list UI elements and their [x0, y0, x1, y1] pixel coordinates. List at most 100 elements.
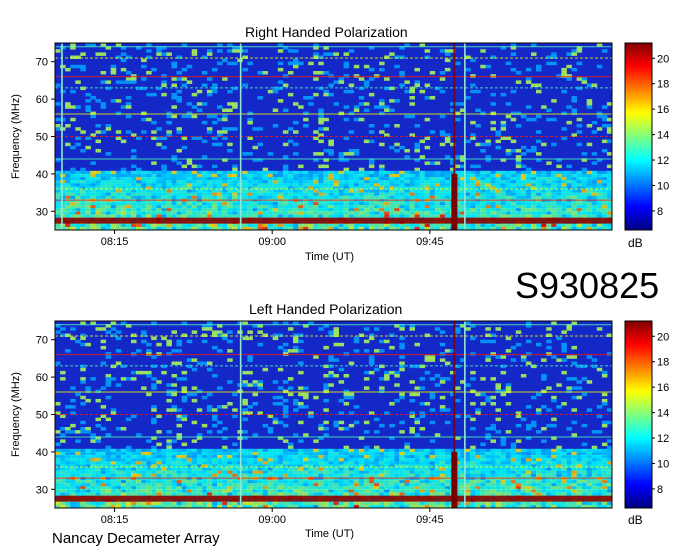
noise-cell	[520, 214, 527, 218]
noise-cell	[566, 77, 572, 81]
noise-cell	[176, 448, 182, 453]
noise-cell	[146, 483, 152, 487]
noise-cell	[546, 55, 552, 59]
noise-cell	[60, 439, 66, 443]
noise-cell	[303, 180, 309, 184]
noise-cell	[60, 483, 66, 487]
noise-cell	[323, 177, 329, 181]
noise-cell	[384, 448, 390, 453]
noise-cell	[531, 192, 537, 197]
noise-cell	[546, 339, 552, 344]
noise-cell	[541, 142, 547, 147]
noise-cell	[212, 414, 218, 418]
noise-cell	[394, 473, 400, 478]
noise-cell	[171, 374, 177, 378]
noise-cell	[409, 464, 415, 468]
noise-cell	[80, 214, 86, 218]
noise-cell	[520, 355, 527, 359]
noise-cell	[181, 448, 188, 453]
noise-cell	[429, 201, 436, 206]
noise-cell	[475, 164, 481, 169]
noise-cell	[338, 461, 345, 465]
noise-cell	[298, 333, 304, 337]
noise-cell	[404, 180, 410, 184]
y-tick-label: 40	[36, 169, 48, 181]
noise-cell	[404, 479, 410, 484]
noise-cell	[591, 152, 598, 156]
noise-cell	[404, 155, 410, 159]
noise-cell	[171, 392, 177, 397]
noise-cell	[571, 467, 577, 471]
noise-cell	[363, 445, 370, 450]
noise-cell	[222, 114, 228, 119]
noise-cell	[115, 455, 122, 459]
noise-cell	[313, 467, 319, 471]
noise-cell	[110, 214, 117, 218]
noise-cell	[505, 102, 512, 106]
noise-cell	[105, 473, 112, 478]
noise-cell	[120, 479, 127, 484]
noise-cell	[591, 445, 598, 450]
noise-cell	[353, 464, 360, 468]
noise-cell	[166, 173, 172, 178]
noise-cell	[363, 386, 370, 390]
noise-cell	[287, 205, 294, 209]
noise-cell	[444, 377, 451, 381]
noise-cell	[75, 183, 81, 187]
noise-cell	[571, 458, 577, 462]
noise-cell	[282, 483, 289, 487]
noise-cell	[323, 180, 329, 184]
noise-cell	[257, 448, 263, 453]
noise-cell	[191, 177, 198, 181]
noise-cell	[348, 479, 355, 484]
noise-cell	[105, 352, 112, 356]
noise-cell	[363, 464, 370, 468]
noise-cell	[80, 52, 86, 56]
noise-cell	[409, 205, 415, 209]
noise-cell	[232, 105, 238, 109]
noise-cell	[247, 358, 253, 362]
noise-cell	[181, 77, 188, 81]
noise-cell	[60, 451, 66, 456]
noise-cell	[146, 370, 152, 375]
noise-cell	[515, 177, 522, 181]
noise-cell	[262, 211, 269, 215]
noise-cell	[85, 473, 91, 478]
noise-cell	[171, 455, 177, 459]
noise-cell	[176, 71, 182, 75]
noise-cell	[131, 205, 137, 209]
noise-cell	[146, 180, 152, 184]
noise-cell	[348, 149, 355, 153]
noise-cell	[232, 448, 238, 453]
noise-cell	[166, 392, 172, 397]
noise-cell	[353, 483, 360, 487]
noise-cell	[485, 211, 491, 215]
noise-cell	[75, 205, 81, 209]
noise-cell	[212, 189, 218, 193]
noise-cell	[298, 61, 304, 66]
noise-cell	[171, 189, 177, 193]
noise-cell	[566, 170, 572, 175]
noise-cell	[374, 170, 380, 175]
noise-cell	[566, 211, 572, 215]
noise-cell	[267, 451, 274, 456]
noise-cell	[368, 451, 375, 456]
spectrogram-right	[55, 43, 613, 231]
noise-cell	[171, 205, 177, 209]
noise-cell	[424, 96, 431, 100]
noise-cell	[146, 186, 152, 190]
noise-cell	[536, 152, 542, 156]
noise-cell	[201, 71, 208, 75]
noise-cell	[551, 183, 557, 187]
noise-cell	[328, 173, 334, 178]
strong-band	[55, 217, 612, 224]
noise-cell	[591, 451, 598, 456]
noise-cell	[282, 205, 289, 209]
noise-cell	[343, 180, 350, 184]
noise-cell	[146, 461, 152, 465]
noise-cell	[257, 223, 263, 228]
noise-cell	[191, 367, 198, 372]
noise-cell	[561, 345, 567, 350]
noise-cell	[546, 205, 552, 209]
noise-cell	[105, 383, 112, 387]
